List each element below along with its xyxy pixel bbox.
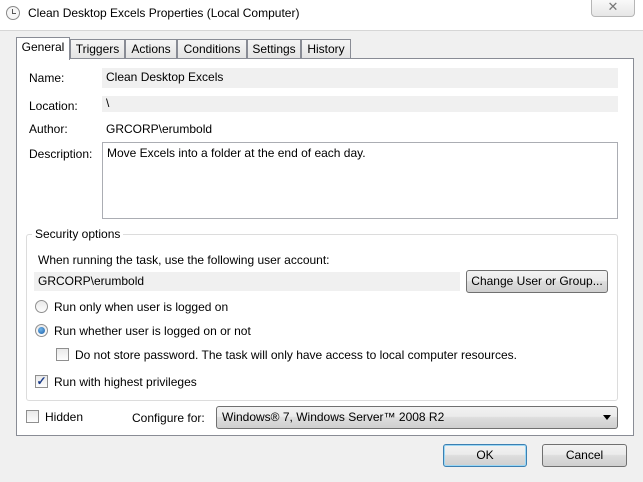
- do-not-store-password-checkbox[interactable]: [56, 348, 69, 361]
- run-only-logged-on-label[interactable]: Run only when user is logged on: [54, 300, 228, 314]
- run-whether-logged-on-radio[interactable]: [35, 324, 48, 337]
- location-field[interactable]: \: [102, 96, 618, 112]
- cancel-button[interactable]: Cancel: [542, 444, 627, 467]
- tab-triggers-label: Triggers: [75, 42, 120, 56]
- tab-settings-label: Settings: [252, 42, 296, 56]
- configure-for-label: Configure for:: [132, 411, 205, 425]
- tab-settings[interactable]: Settings: [247, 39, 301, 59]
- hidden-checkbox[interactable]: [26, 410, 39, 423]
- tab-general-label: General: [21, 40, 65, 54]
- close-icon: ✕: [607, 0, 619, 14]
- run-whether-logged-on-label[interactable]: Run whether user is logged on or not: [54, 324, 251, 338]
- security-options-title: Security options: [32, 227, 124, 241]
- configure-for-value: Windows® 7, Windows Server™ 2008 R2: [222, 410, 445, 424]
- dropdown-arrow-icon: [603, 415, 611, 420]
- checkmark-icon: ✓: [36, 374, 47, 388]
- tab-actions-label: Actions: [131, 42, 171, 56]
- highest-privileges-label[interactable]: Run with highest privileges: [54, 375, 197, 389]
- title-bar: Clean Desktop Excels Properties (Local C…: [0, 0, 643, 30]
- author-label: Author:: [29, 122, 68, 136]
- hidden-label[interactable]: Hidden: [45, 410, 83, 424]
- close-button[interactable]: ✕: [591, 0, 635, 17]
- highest-privileges-checkbox[interactable]: ✓: [35, 375, 48, 388]
- tab-conditions[interactable]: Conditions: [177, 39, 247, 59]
- account-prompt: When running the task, use the following…: [38, 253, 330, 267]
- change-user-button[interactable]: Change User or Group...: [466, 270, 608, 293]
- tab-history-label: History: [307, 42, 345, 56]
- tab-history[interactable]: History: [301, 39, 351, 59]
- location-label: Location:: [29, 99, 78, 113]
- tab-general[interactable]: General: [16, 37, 70, 60]
- user-account-field: GRCORP\erumbold: [34, 272, 460, 291]
- author-value: GRCORP\erumbold: [106, 122, 213, 136]
- do-not-store-password-label[interactable]: Do not store password. The task will onl…: [75, 348, 517, 362]
- description-label: Description:: [29, 147, 93, 161]
- tab-conditions-label: Conditions: [183, 42, 241, 56]
- name-field[interactable]: Clean Desktop Excels: [102, 68, 618, 88]
- name-label: Name:: [29, 71, 65, 85]
- ok-button[interactable]: OK: [443, 444, 527, 467]
- description-field[interactable]: Move Excels into a folder at the end of …: [102, 142, 618, 219]
- window-title: Clean Desktop Excels Properties (Local C…: [28, 6, 300, 20]
- tab-triggers[interactable]: Triggers: [70, 39, 125, 59]
- run-only-logged-on-radio[interactable]: [35, 300, 48, 313]
- configure-for-dropdown[interactable]: Windows® 7, Windows Server™ 2008 R2: [216, 406, 618, 429]
- clock-icon: [6, 6, 20, 20]
- tab-actions[interactable]: Actions: [125, 39, 177, 59]
